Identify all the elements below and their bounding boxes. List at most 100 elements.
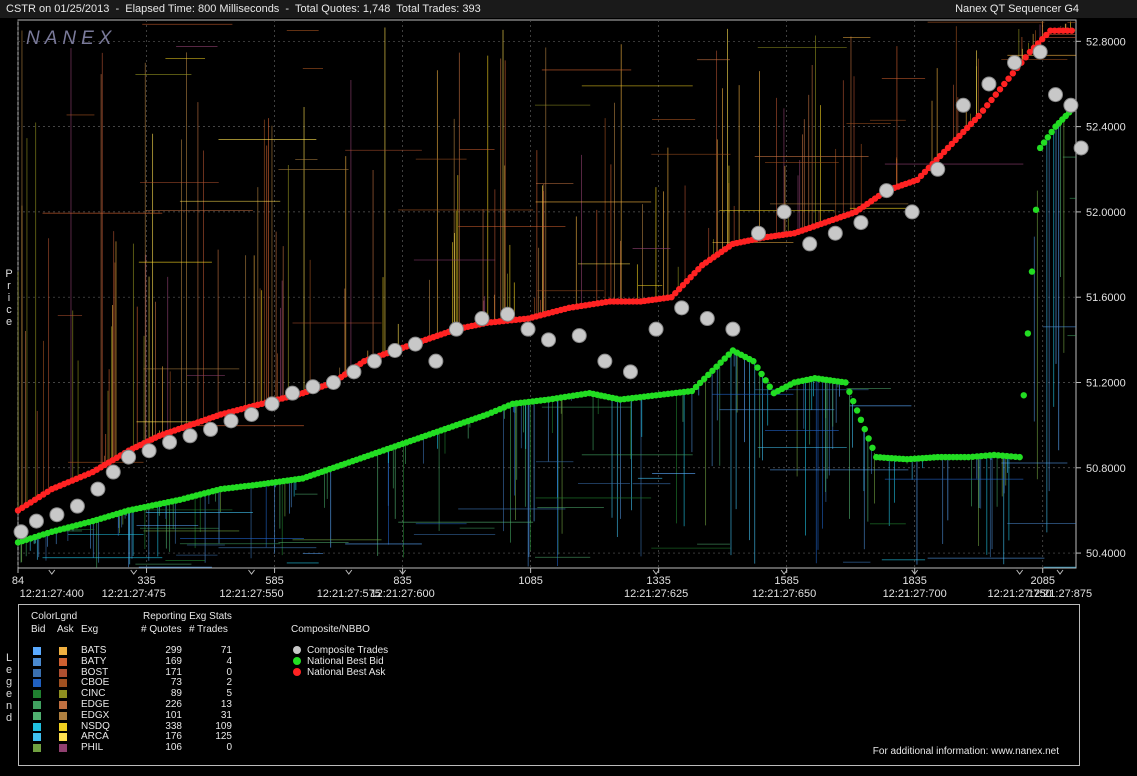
legend-footer: For additional information: www.nanex.ne… [872, 746, 1059, 757]
legend-composite-row: National Best Bid [291, 656, 551, 667]
composite-trade-point [500, 306, 516, 322]
legend-exchange-row: BOST 171 0 [19, 667, 279, 678]
legend-col-ask: Ask [57, 624, 74, 635]
composite-trade-point [305, 379, 321, 395]
legend-side-label: Legend [5, 652, 13, 724]
y-tick-label: 50.4000 [1086, 548, 1126, 560]
ask-color-swatch [59, 690, 67, 699]
national-best-bid-point [861, 425, 868, 433]
composite-trade-point [802, 236, 818, 252]
exchange-quotes: 226 [165, 699, 182, 710]
national-best-bid-point [1020, 392, 1027, 399]
legend-exchange-row: EDGX 101 31 [19, 710, 279, 721]
exchange-trades: 125 [215, 731, 232, 743]
time-tick-label: 12:21:27:625 [624, 588, 688, 600]
composite-trade-point [223, 413, 239, 429]
composite-trade-point [520, 321, 536, 337]
x-tick-label: 2085 [1030, 575, 1054, 587]
time-tick-label: 12:21:27:400 [20, 588, 84, 600]
bid-color-swatch [33, 733, 41, 742]
exchange-name: CBOE [81, 677, 110, 689]
legend-exchange-row: ARCA 176 125 [19, 731, 279, 742]
legend-color-title: ColorLgnd [31, 611, 78, 622]
national-best-bid-point [1032, 206, 1040, 213]
national-best-ask-point [996, 86, 1004, 93]
exchange-quotes: 338 [165, 720, 182, 732]
national-best-bid-point [758, 370, 765, 378]
exchange-trades: 13 [220, 699, 232, 710]
composite-trade-point [162, 434, 178, 450]
composite-trade-point [904, 204, 920, 220]
exchange-name: BATS [81, 645, 107, 656]
composite-trade-point [121, 449, 137, 465]
x-tick-label: 1835 [902, 575, 926, 587]
composite-trade-point [90, 481, 106, 497]
exchange-quotes: 176 [165, 731, 182, 743]
x-tick-label: 835 [393, 575, 411, 587]
composite-trade-point [930, 161, 946, 177]
x-tick-label: 1585 [774, 575, 798, 587]
composite-trade-point [648, 321, 664, 337]
price-chart: 52.8000 52.4000 52.0000 51.6000 51.2000 50.80… [12, 19, 1126, 600]
y-axis-ticks: 52.8000 52.4000 52.0000 51.6000 51.2000 50.80… [1076, 36, 1126, 560]
bid-color-swatch [33, 690, 41, 699]
x-tick-label: 1335 [646, 575, 670, 587]
composite-marker [293, 668, 301, 676]
time-tick-label: 12:21:27:700 [883, 588, 947, 600]
nanex-logo: NANEX [26, 28, 116, 49]
x-tick-label: 84 [12, 575, 24, 587]
national-best-bid-point [850, 397, 857, 405]
bid-color-swatch [33, 722, 41, 731]
composite-trade-point [622, 364, 638, 380]
composite-trade-point [325, 374, 341, 390]
composite-trade-point [1007, 55, 1023, 71]
legend-exchange-row: CBOE 73 2 [19, 677, 279, 688]
national-best-ask-point [975, 112, 982, 120]
exchange-trades: 5 [226, 688, 232, 700]
time-tick-label: 12:21:27:475 [102, 588, 166, 600]
composite-trade-point [827, 225, 843, 241]
composite-trade-point [346, 364, 362, 380]
ask-color-swatch [59, 733, 67, 742]
national-best-bid-point [869, 444, 876, 451]
national-best-bid-point [1028, 268, 1036, 275]
composite-trade-point [264, 396, 280, 412]
legend-col-bid: Bid [31, 624, 46, 635]
national-best-bid-point [1044, 134, 1052, 141]
composite-trade-point [284, 385, 300, 401]
legend-exchange-row: PHIL 106 0 [19, 742, 279, 753]
composite-marker [293, 646, 301, 654]
composite-trade-point [28, 513, 44, 529]
legend-exchange-row: NSDQ 338 109 [19, 721, 279, 732]
composite-trade-point [366, 353, 382, 369]
exchange-quotes: 171 [165, 666, 182, 678]
composite-trade-point [105, 464, 121, 480]
legend-stats-title: Reporting Exg Stats [143, 611, 232, 622]
y-tick-label: 51.6000 [1086, 292, 1126, 304]
composite-trade-point [750, 225, 766, 241]
composite-trade-point [879, 183, 895, 199]
ask-color-swatch [59, 647, 67, 655]
composite-trade-point [955, 97, 971, 113]
time-tick-mark [780, 569, 788, 575]
composite-trade-point [1063, 97, 1079, 113]
legend-col-quotes: # Quotes [141, 624, 182, 635]
national-best-bid-point [857, 416, 865, 424]
time-tick-mark [48, 569, 56, 575]
composite-trade-point [1032, 44, 1048, 60]
bid-color-swatch [33, 657, 41, 666]
national-best-ask-point [979, 107, 987, 114]
national-best-ask-point [1009, 70, 1017, 77]
national-best-bid-point [846, 388, 853, 396]
bid-color-swatch [33, 668, 41, 677]
exchange-name: EDGX [81, 709, 110, 721]
national-best-ask-point [984, 102, 991, 109]
legend-col-exg: Exg [81, 624, 99, 635]
national-best-bid-point [766, 383, 773, 390]
exchange-trades: 71 [220, 645, 232, 656]
composite-trade-point [776, 204, 792, 220]
national-best-bid-point [865, 435, 872, 442]
national-best-bid-point [1024, 330, 1032, 337]
exchange-quotes: 299 [165, 645, 182, 656]
composite-label: National Best Bid [307, 656, 384, 667]
